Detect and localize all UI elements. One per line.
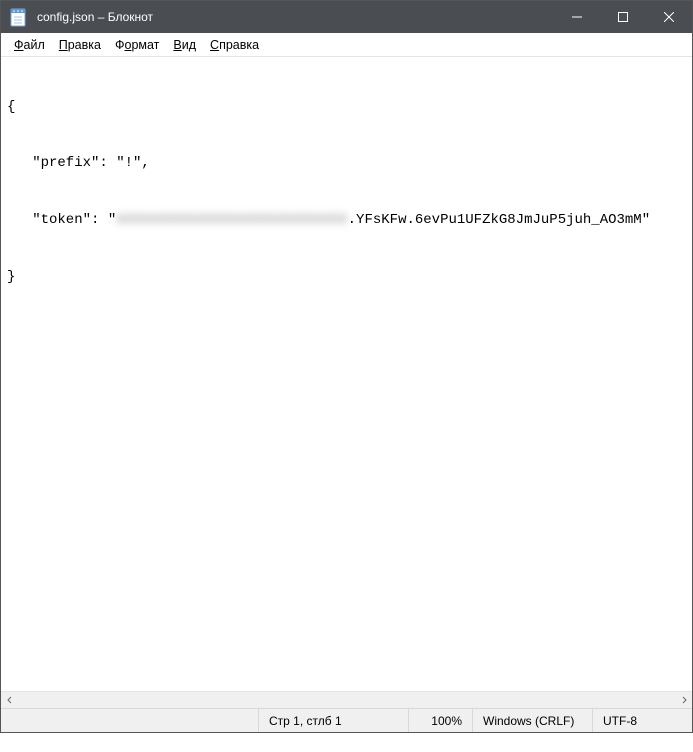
- notepad-window: config.json – Блокнот Файл Правка Формат…: [0, 0, 693, 733]
- menu-view[interactable]: Вид: [166, 36, 203, 54]
- minimize-icon: [572, 12, 582, 22]
- scrollbar-track[interactable]: [18, 692, 675, 708]
- app-icon: [1, 7, 35, 27]
- status-zoom: 100%: [408, 709, 472, 732]
- code-line: "prefix": "!",: [7, 154, 686, 173]
- text-editor[interactable]: { "prefix": "!", "token": "XXXXXXXXXXXXX…: [1, 57, 692, 691]
- code-line: "token": "XXXXXXXXXXXXXXXXXXXXXXXXXX.YFs…: [7, 211, 686, 230]
- status-line-ending: Windows (CRLF): [472, 709, 592, 732]
- menu-help[interactable]: Справка: [203, 36, 266, 54]
- window-title: config.json – Блокнот: [35, 10, 554, 24]
- status-encoding: UTF-8: [592, 709, 692, 732]
- close-icon: [664, 12, 674, 22]
- notepad-icon: [10, 7, 26, 27]
- window-controls: [554, 1, 692, 33]
- editor-area: { "prefix": "!", "token": "XXXXXXXXXXXXX…: [1, 57, 692, 708]
- maximize-button[interactable]: [600, 1, 646, 33]
- redacted-token: XXXXXXXXXXXXXXXXXXXXXXXXXX: [116, 211, 347, 230]
- menubar: Файл Правка Формат Вид Справка: [1, 33, 692, 57]
- menu-edit[interactable]: Правка: [52, 36, 108, 54]
- scroll-right-icon[interactable]: [675, 692, 692, 709]
- status-cursor-position: Стр 1, стлб 1: [258, 709, 408, 732]
- titlebar[interactable]: config.json – Блокнот: [1, 1, 692, 33]
- maximize-icon: [618, 12, 628, 22]
- status-spacer: [1, 709, 258, 732]
- statusbar: Стр 1, стлб 1 100% Windows (CRLF) UTF-8: [1, 708, 692, 732]
- minimize-button[interactable]: [554, 1, 600, 33]
- menu-file[interactable]: Файл: [7, 36, 52, 54]
- scroll-left-icon[interactable]: [1, 692, 18, 709]
- code-line: }: [7, 268, 686, 287]
- horizontal-scrollbar[interactable]: [1, 691, 692, 708]
- close-button[interactable]: [646, 1, 692, 33]
- menu-format[interactable]: Формат: [108, 36, 166, 54]
- code-line: {: [7, 98, 686, 117]
